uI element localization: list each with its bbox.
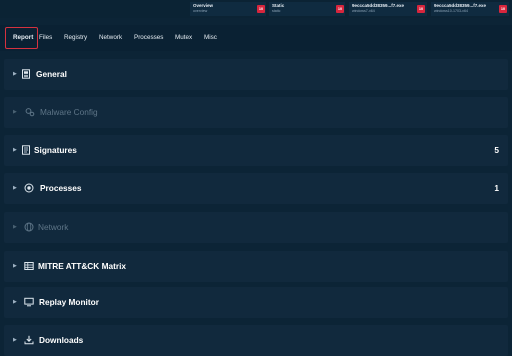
section-label: MITRE ATT&CK Matrix: [38, 261, 127, 271]
section-label: Signatures: [34, 145, 77, 155]
nav-mutex[interactable]: Mutex: [175, 34, 192, 41]
section-label: Network: [38, 222, 69, 232]
section-network: ▶ Network: [4, 212, 508, 243]
top-tab-overview[interactable]: Overview overview 10: [190, 2, 266, 16]
top-tab-static[interactable]: Static static 10: [269, 2, 345, 16]
section-malware-config: ▶ Malware Config: [4, 97, 508, 128]
active-tab-indicator: [5, 27, 38, 49]
section-label: Replay Monitor: [39, 297, 99, 307]
section-general[interactable]: ▶ General: [4, 59, 508, 90]
section-mitre-matrix[interactable]: ▶ MITRE ATT&CK Matrix: [4, 251, 508, 282]
section-replay-monitor[interactable]: ▶ Replay Monitor: [4, 287, 508, 318]
chevron-right-icon: ▶: [13, 185, 17, 191]
chevron-right-icon: ▶: [13, 263, 17, 269]
section-count: 1: [494, 183, 499, 193]
section-signatures[interactable]: ▶ Signatures 5: [4, 135, 508, 166]
nav-files[interactable]: Files: [39, 34, 52, 41]
section-label: General: [36, 69, 67, 79]
config-icon: [25, 108, 35, 117]
tab-subtitle: windows10-1703-x64: [434, 9, 468, 13]
top-tab-win7[interactable]: 9eccca5dd38359...f7.exe windows7-x64 10: [349, 2, 427, 16]
chevron-right-icon: ▶: [13, 224, 17, 230]
section-count: 5: [494, 145, 499, 155]
chevron-right-icon: ▶: [13, 299, 17, 305]
processes-icon: [24, 183, 34, 193]
monitor-icon: [24, 297, 34, 307]
nav-registry[interactable]: Registry: [64, 34, 87, 41]
chevron-right-icon: ▶: [13, 337, 17, 343]
chevron-right-icon: ▶: [13, 71, 17, 77]
tab-subtitle: overview: [193, 9, 208, 13]
score-badge: 10: [336, 5, 344, 13]
top-tab-win10[interactable]: 9eccca5dd38359...f7.exe windows10-1703-x…: [431, 2, 509, 16]
download-icon: [24, 335, 34, 345]
tab-subtitle: windows7-x64: [352, 9, 375, 13]
section-downloads[interactable]: ▶ Downloads: [4, 325, 508, 356]
nav-processes[interactable]: Processes: [134, 34, 163, 41]
section-label: Malware Config: [40, 107, 98, 117]
document-icon: [22, 69, 30, 79]
score-badge: 10: [499, 5, 507, 13]
signatures-icon: [22, 145, 30, 155]
section-processes[interactable]: ▶ Processes 1: [4, 173, 508, 204]
nav-network[interactable]: Network: [99, 34, 122, 41]
matrix-icon: [24, 262, 34, 270]
top-tab-strip: Overview overview 10 Static static 10 9e…: [0, 0, 512, 18]
score-badge: 10: [417, 5, 425, 13]
chevron-right-icon: ▶: [13, 109, 17, 115]
report-nav: Report Files Registry Network Processes …: [0, 25, 512, 51]
tab-title: Static: [272, 3, 285, 8]
section-label: Processes: [40, 183, 82, 193]
tab-title: 9eccca5dd38359...f7.exe: [352, 3, 405, 8]
tab-subtitle: static: [272, 9, 281, 13]
nav-misc[interactable]: Misc: [204, 34, 217, 41]
chevron-right-icon: ▶: [13, 147, 17, 153]
score-badge: 10: [257, 5, 265, 13]
tab-title: 9eccca5dd38359...f7.exe: [434, 3, 487, 8]
section-label: Downloads: [39, 335, 84, 345]
tab-title: Overview: [193, 3, 214, 8]
globe-icon: [24, 222, 34, 232]
